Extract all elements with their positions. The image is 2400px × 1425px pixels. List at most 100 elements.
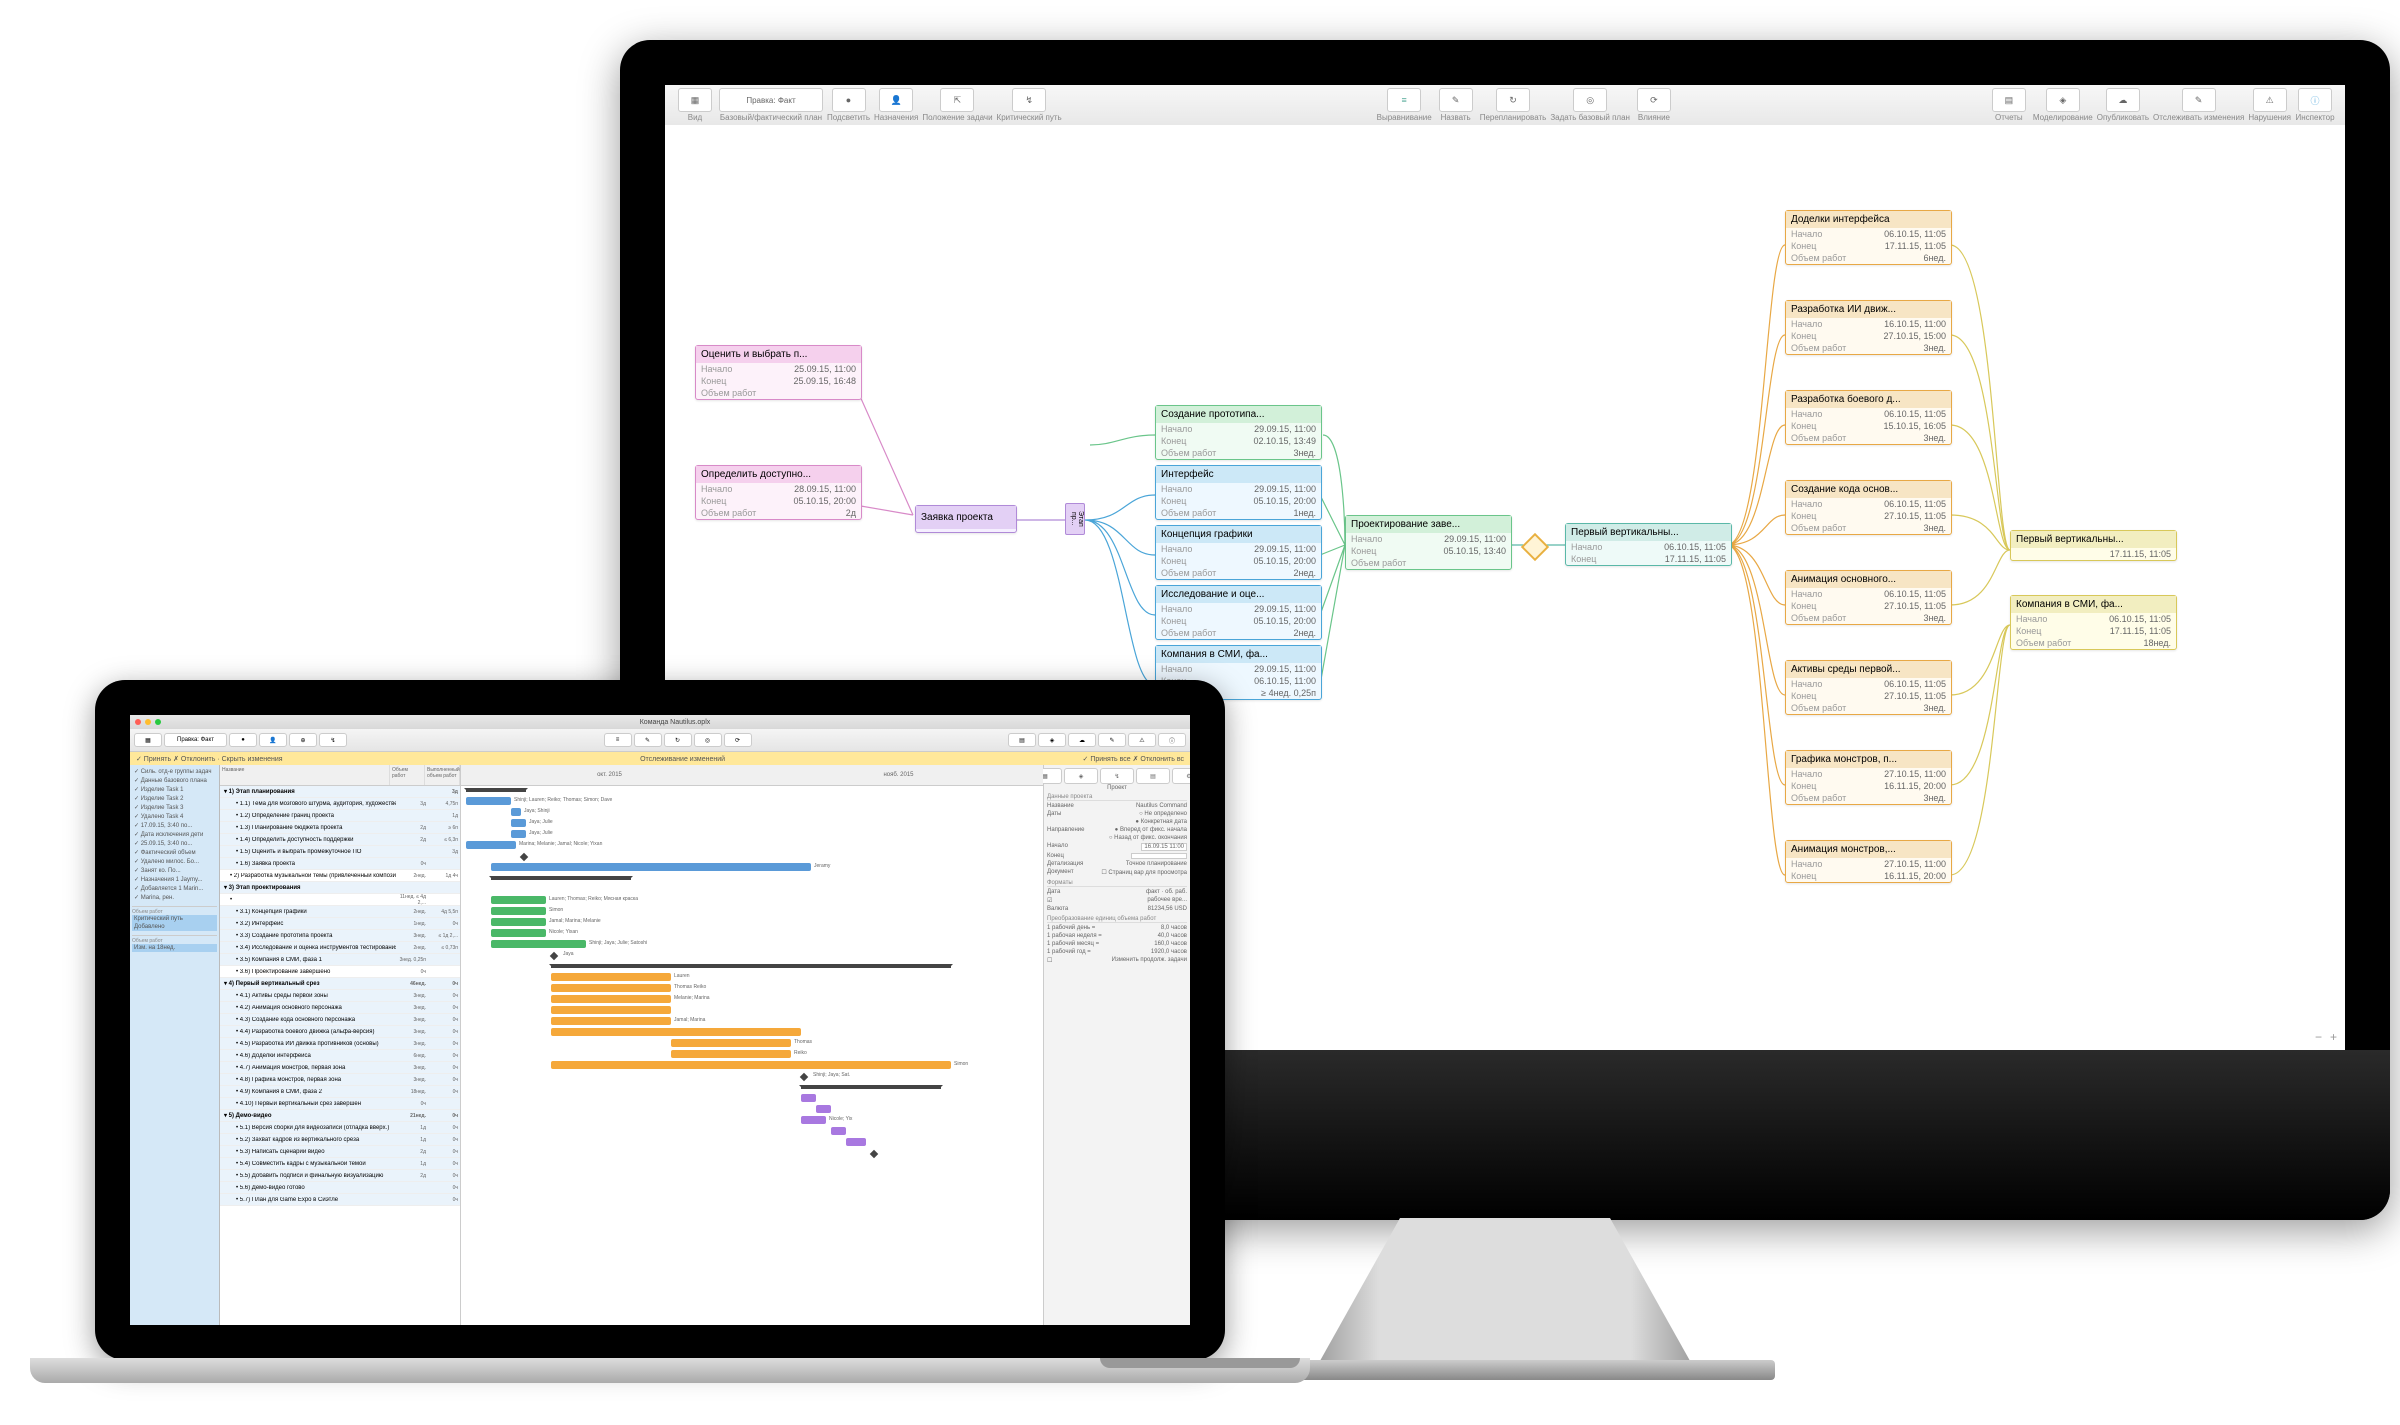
node-concept[interactable]: Концепция графики Начало29.09.15, 11:00 …: [1155, 525, 1322, 580]
node-research[interactable]: Исследование и оце... Начало29.09.15, 11…: [1155, 585, 1322, 640]
task-row[interactable]: • 4.10) Первый вертикальный срез заверше…: [220, 1098, 460, 1110]
gantt-bar[interactable]: [511, 808, 521, 816]
mb-track[interactable]: ✎: [1098, 733, 1126, 747]
gantt-bar[interactable]: [846, 1138, 866, 1146]
mb-level[interactable]: ≡: [604, 733, 632, 747]
zoom-out-icon[interactable]: −: [2315, 1030, 2322, 1044]
gantt-bar[interactable]: [511, 819, 526, 827]
node-anim-main[interactable]: Анимация основного... Начало06.10.15, 11…: [1785, 570, 1952, 625]
task-row[interactable]: • 4.2) Анимация основного персонажа3нед.…: [220, 1002, 460, 1014]
gantt-bar[interactable]: [491, 940, 586, 948]
sidebar-item[interactable]: ✓ Удалено Task 4: [132, 812, 217, 821]
node-ui-finish[interactable]: Доделки интерфейса Начало06.10.15, 11:05…: [1785, 210, 1952, 265]
task-position-button[interactable]: ⇱: [940, 88, 974, 112]
mb-highlight[interactable]: ●: [229, 733, 257, 747]
stage-node[interactable]: Этап пр...: [1065, 503, 1085, 535]
inspector-button[interactable]: ⓘ: [2298, 88, 2332, 112]
task-row[interactable]: • 4.1) Активы среды первой зоны3нед.0ч: [220, 990, 460, 1002]
zoom-in-icon[interactable]: +: [2330, 1030, 2337, 1044]
accept-reject-all[interactable]: ✓ Принять все ✗ Отклонить вс: [1083, 755, 1184, 763]
task-row[interactable]: ▾ 5) Демо-видео21нед.0ч: [220, 1110, 460, 1122]
track-changes-button[interactable]: ✎: [2182, 88, 2216, 112]
node-core-code[interactable]: Создание кода основ... Начало06.10.15, 1…: [1785, 480, 1952, 535]
mb-reschedule[interactable]: ↻: [664, 733, 692, 747]
task-row[interactable]: • 5.6) Демо-видео готово0ч: [220, 1182, 460, 1194]
gantt-bar[interactable]: [551, 1028, 801, 1036]
assignments-button[interactable]: 👤: [879, 88, 913, 112]
task-row[interactable]: • 3.3) Создание прототипа проекта3нед.≤ …: [220, 930, 460, 942]
mb-publish[interactable]: ☁: [1068, 733, 1096, 747]
close-icon[interactable]: [135, 719, 141, 725]
mb-zoom[interactable]: ⊕: [289, 733, 317, 747]
gantt-bar[interactable]: [491, 863, 811, 871]
critical-path-button[interactable]: ↯: [1012, 88, 1046, 112]
gantt-bar[interactable]: [491, 896, 546, 904]
task-row[interactable]: • 11нед. ≤ 4д 2,...: [220, 894, 460, 906]
node-vert1-done[interactable]: Первый вертикальны... 17.11.15, 11:05: [2010, 530, 2177, 561]
plan-toggle[interactable]: Правка: Факт: [719, 88, 823, 112]
gantt-bar[interactable]: [801, 1094, 816, 1102]
sidebar-item[interactable]: Критический путь: [132, 915, 217, 923]
gantt-bar[interactable]: [801, 1116, 826, 1124]
gantt-bar[interactable]: [551, 995, 671, 1003]
node-evaluate[interactable]: Оценить и выбрать п... Начало25.09.15, 1…: [695, 345, 862, 400]
node-avail[interactable]: Определить доступно... Начало28.09.15, 1…: [695, 465, 862, 520]
sidebar-item[interactable]: ✓ 17.09.15, 3:40 по...: [132, 821, 217, 830]
sidebar-item[interactable]: ✓ Силь. отд-е группы задач: [132, 767, 217, 776]
sidebar-item[interactable]: ✓ Назначения 1 Jaymy...: [132, 875, 217, 884]
task-row[interactable]: • 3.6) Проектирование завершено0ч: [220, 966, 460, 978]
gantt-bar[interactable]: [491, 929, 546, 937]
minimize-icon[interactable]: [145, 719, 151, 725]
task-row[interactable]: • 3.2) Интерфейс1нед.0ч: [220, 918, 460, 930]
task-row[interactable]: ▾ 4) Первый вертикальный срез46нед.0ч: [220, 978, 460, 990]
task-row[interactable]: • 1.1) Тема для мозгового штурма, аудито…: [220, 798, 460, 810]
sidebar-item[interactable]: ✓ Изделие Task 1: [132, 785, 217, 794]
task-row[interactable]: • 5.4) Совместить кадры с музыкальной те…: [220, 1158, 460, 1170]
gantt-bar[interactable]: [491, 907, 546, 915]
task-row[interactable]: • 2) Разработка музыкальной темы (привле…: [220, 870, 460, 882]
task-row[interactable]: • 4.5) Разработка ИИ движка противников …: [220, 1038, 460, 1050]
gantt-chart[interactable]: окт. 2015 нояб. 2015 Shinji; Lauren; Rei…: [461, 765, 1043, 1325]
reschedule-button[interactable]: ↻: [1496, 88, 1530, 112]
sidebar-item[interactable]: Изм. на 18нед.: [132, 944, 217, 952]
violations-button[interactable]: ⚠: [2253, 88, 2287, 112]
gantt-bar[interactable]: [551, 1017, 671, 1025]
node-design[interactable]: Проектирование заве... Начало29.09.15, 1…: [1345, 515, 1512, 570]
task-row[interactable]: • 1.3) Планирование бюджета проекта2д≥ 6…: [220, 822, 460, 834]
node-monster-gfx[interactable]: Графика монстров, п... Начало27.10.15, 1…: [1785, 750, 1952, 805]
mb-plan-toggle[interactable]: Правка: Факт: [164, 733, 227, 747]
accept-reject-left[interactable]: ✓ Принять ✗ Отклонить · Скрыть изменения: [136, 755, 283, 763]
sidebar-item[interactable]: Добавлено: [132, 923, 217, 931]
task-row[interactable]: • 1.6) Заявка проекта0ч: [220, 858, 460, 870]
milestone[interactable]: [1521, 533, 1549, 561]
gantt-bar[interactable]: [551, 973, 671, 981]
mb-baseline[interactable]: ◎: [694, 733, 722, 747]
task-row[interactable]: • 4.9) Компания в СМИ, фаза 218нед.0ч: [220, 1086, 460, 1098]
mb-view-button[interactable]: ▦: [134, 733, 162, 747]
node-env-assets[interactable]: Активы среды первой... Начало06.10.15, 1…: [1785, 660, 1952, 715]
mb-reports[interactable]: ▤: [1008, 733, 1036, 747]
node-vert1[interactable]: Первый вертикальны... Начало06.10.15, 11…: [1565, 523, 1732, 566]
simulation-button[interactable]: ◈: [2046, 88, 2080, 112]
task-row[interactable]: • 5.5) Добавить подписи и финальную визу…: [220, 1170, 460, 1182]
task-row[interactable]: • 3.4) Исследование и оценка инструменто…: [220, 942, 460, 954]
task-row[interactable]: ▾ 1) Этап планирования3д: [220, 786, 460, 798]
mb-assign[interactable]: 👤: [259, 733, 287, 747]
node-smi2[interactable]: Компания в СМИ, фа... Начало06.10.15, 11…: [2010, 595, 2177, 650]
highlight-button[interactable]: ●: [832, 88, 866, 112]
gantt-bar[interactable]: [511, 830, 526, 838]
sidebar-item[interactable]: ✓ Дата исключения дети: [132, 830, 217, 839]
sidebar-item[interactable]: ✓ Удалено милос. Бо...: [132, 857, 217, 866]
gantt-bar[interactable]: [551, 984, 671, 992]
set-baseline-button[interactable]: ◎: [1573, 88, 1607, 112]
task-row[interactable]: • 5.2) Захват кадров из вертикального ср…: [220, 1134, 460, 1146]
task-row[interactable]: • 4.4) Разработка боевого движка (альфа-…: [220, 1026, 460, 1038]
mb-violations[interactable]: ⚠: [1128, 733, 1156, 747]
mb-critpath[interactable]: ↯: [319, 733, 347, 747]
gantt-bar[interactable]: [466, 841, 516, 849]
sidebar-item[interactable]: ✓ Данные базового плана: [132, 776, 217, 785]
task-row[interactable]: • 3.1) Концепция графики2нед.4д 5,5п: [220, 906, 460, 918]
rename-button[interactable]: ✎: [1439, 88, 1473, 112]
task-row[interactable]: • 4.6) Доделки интерфейса6нед.0ч: [220, 1050, 460, 1062]
catchup-button[interactable]: ⟳: [1637, 88, 1671, 112]
